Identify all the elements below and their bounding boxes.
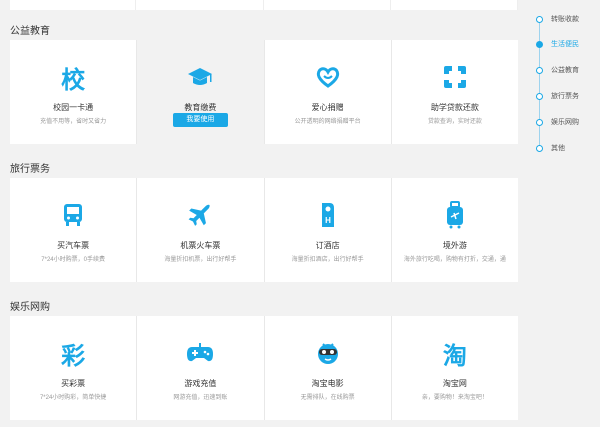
nav-item-life[interactable]: 生活便民 (533, 37, 579, 51)
card-placeholder (10, 0, 137, 10)
service-card-student-loan[interactable]: 助学贷款还款 贷款查询，实时还款 (391, 40, 518, 144)
service-name: 境外游 (442, 241, 467, 250)
service-name: 机票火车票 (180, 241, 221, 250)
entertainment-grid: 彩 买彩票 7*24小时购彩，简单快捷 游戏充值 网游充值，迅速到账 淘宝电影 … (10, 316, 518, 420)
service-card-education-fee[interactable]: 教育缴费 我要使用 (137, 40, 264, 144)
service-desc: 充值不用等，省时又省力 (40, 119, 107, 125)
nav-dot-icon (536, 40, 543, 48)
card-placeholder (137, 0, 264, 10)
nav-label: 其他 (551, 145, 565, 152)
nav-dot-icon (536, 92, 543, 100)
education-grid: 校 校园一卡通 充值不用等，省时又省力 教育缴费 我要使用 爱心捐赠 公开透明的… (10, 40, 518, 144)
service-name: 校园一卡通 (53, 103, 94, 112)
use-now-button[interactable]: 我要使用 (173, 113, 228, 127)
service-name: 买汽车票 (57, 241, 90, 250)
service-desc: 7*24小时购票，0手续费 (41, 257, 105, 263)
service-card-flight-train[interactable]: 机票火车票 海量折扣机票，出行好帮手 (137, 178, 264, 282)
loan-repay-icon (392, 62, 518, 92)
section-title-education: 公益教育 (10, 26, 50, 37)
nav-dot-icon (536, 118, 543, 126)
gamepad-icon (137, 338, 263, 368)
section-title-travel: 旅行票务 (10, 164, 50, 175)
service-desc: 无需排队，在线购票 (300, 395, 355, 401)
school-char-icon: 校 (61, 65, 86, 94)
nav-label: 旅行票务 (551, 93, 579, 100)
service-card-lottery[interactable]: 彩 买彩票 7*24小时购彩，简单快捷 (10, 316, 137, 420)
movie-face-icon (265, 338, 391, 368)
service-card-taobao[interactable]: 淘 淘宝网 亲，要购物！来淘宝吧！ (391, 316, 518, 420)
service-card-overseas-travel[interactable]: 境外游 海外旅行吃喝，购物有打折，交通，通 (391, 178, 518, 282)
graduation-cap-icon (137, 62, 263, 92)
card-placeholder (391, 0, 518, 10)
bus-icon (10, 200, 136, 230)
service-name: 助学贷款还款 (430, 103, 479, 112)
service-desc: 海外旅行吃喝，购物有打折，交通，通 (403, 257, 506, 263)
nav-item-entertainment[interactable]: 娱乐网购 (533, 115, 579, 129)
card-placeholder (264, 0, 391, 10)
nav-dot-icon (536, 144, 543, 152)
travel-grid: 买汽车票 7*24小时购票，0手续费 机票火车票 海量折扣机票，出行好帮手 H … (10, 178, 518, 282)
nav-item-travel[interactable]: 旅行票务 (533, 89, 579, 103)
nav-item-transfer[interactable]: 转账收款 (533, 12, 579, 26)
nav-label: 公益教育 (551, 67, 579, 74)
svg-text:H: H (325, 216, 331, 225)
service-card-movie[interactable]: 淘宝电影 无需排队，在线购票 (264, 316, 391, 420)
service-name: 淘宝网 (442, 379, 467, 388)
nav-dot-icon (536, 66, 543, 74)
service-name: 教育缴费 (184, 103, 217, 112)
service-card-hotel[interactable]: H 订酒店 海量折扣酒店，出行好帮手 (264, 178, 391, 282)
nav-item-education[interactable]: 公益教育 (533, 63, 579, 77)
lottery-char-icon: 彩 (61, 341, 86, 370)
previous-section-cards (10, 0, 518, 10)
service-name: 买彩票 (61, 379, 86, 388)
nav-label: 娱乐网购 (551, 119, 579, 126)
service-desc: 网游充值，迅速到账 (173, 395, 228, 401)
taobao-char-icon: 淘 (442, 341, 467, 370)
service-card-campus-card[interactable]: 校 校园一卡通 充值不用等，省时又省力 (10, 40, 137, 144)
service-desc: 海量折扣酒店，出行好帮手 (291, 257, 364, 263)
heart-hands-icon (265, 62, 391, 92)
nav-label: 生活便民 (551, 41, 579, 48)
service-desc: 海量折扣机票，出行好帮手 (164, 257, 237, 263)
nav-item-other[interactable]: 其他 (533, 141, 565, 155)
luggage-icon (392, 200, 518, 230)
service-desc: 7*24小时购彩，简单快捷 (39, 395, 107, 401)
service-desc: 亲，要购物！来淘宝吧！ (421, 395, 488, 401)
service-name: 淘宝电影 (311, 379, 344, 388)
service-card-game-topup[interactable]: 游戏充值 网游充值，迅速到账 (137, 316, 264, 420)
section-nav: 转账收款 生活便民 公益教育 旅行票务 娱乐网购 其他 (533, 10, 600, 155)
service-desc: 贷款查询，实时还款 (427, 119, 482, 125)
service-desc: 公开透明的网络捐赠平台 (294, 119, 361, 125)
service-card-donation[interactable]: 爱心捐赠 公开透明的网络捐赠平台 (264, 40, 391, 144)
nav-label: 转账收款 (551, 16, 579, 23)
service-name: 爱心捐赠 (311, 103, 344, 112)
service-card-bus-ticket[interactable]: 买汽车票 7*24小时购票，0手续费 (10, 178, 137, 282)
service-name: 订酒店 (315, 241, 340, 250)
section-title-entertainment: 娱乐网购 (10, 302, 50, 313)
hotel-tag-icon: H (265, 200, 391, 230)
service-name: 游戏充值 (184, 379, 217, 388)
airplane-icon (137, 200, 263, 230)
nav-dot-icon (536, 15, 543, 23)
